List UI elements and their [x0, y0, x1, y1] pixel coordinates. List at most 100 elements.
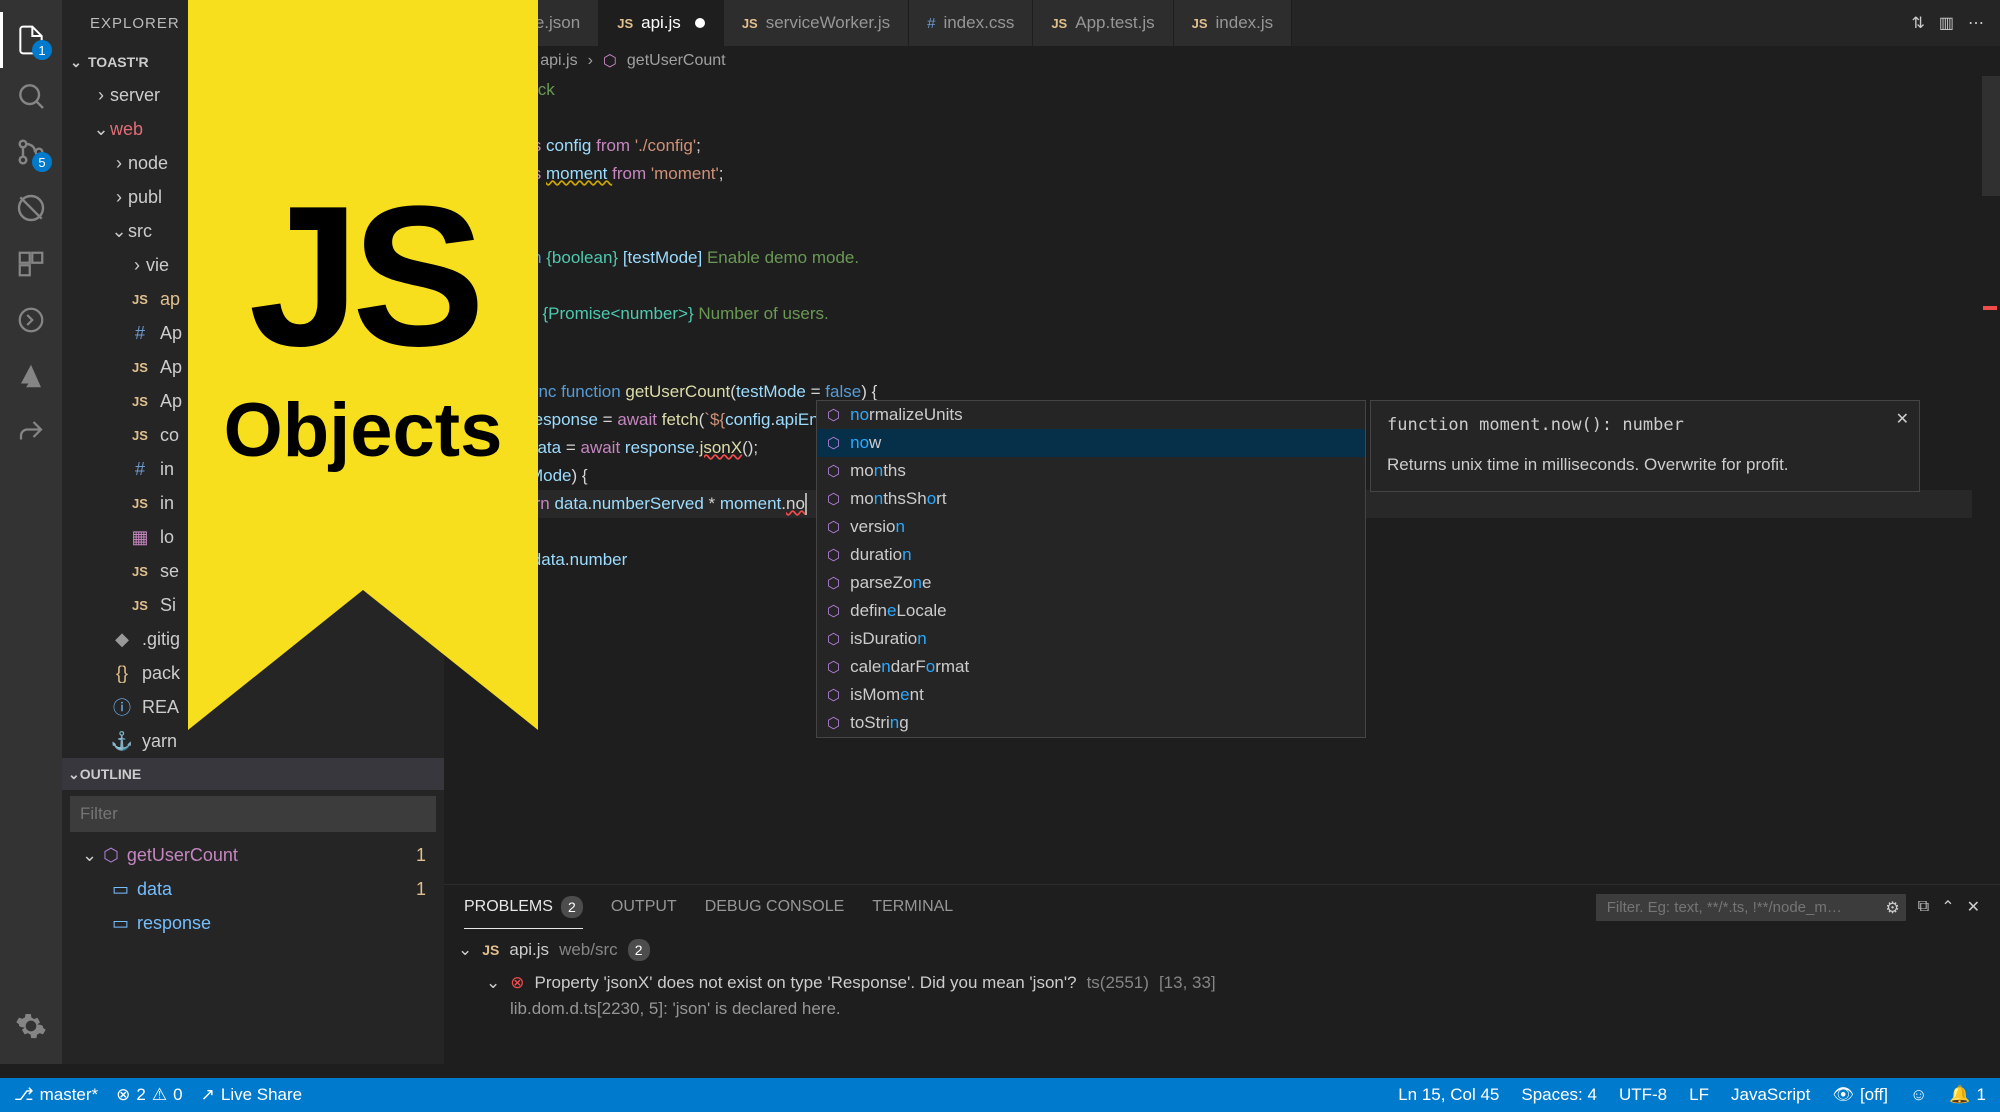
- status-feedback[interactable]: ☺: [1910, 1085, 1927, 1105]
- suggest-item[interactable]: ⬡duration: [817, 541, 1365, 569]
- tree-item[interactable]: ›node: [62, 146, 444, 180]
- scm-icon[interactable]: 5: [0, 124, 62, 180]
- method-icon: ⬡: [827, 490, 840, 508]
- status-eol[interactable]: LF: [1689, 1085, 1709, 1105]
- activity-bar: 1 5: [0, 0, 62, 1064]
- status-indent[interactable]: Spaces: 4: [1521, 1085, 1597, 1105]
- tab-problems[interactable]: PROBLEMS2: [464, 885, 583, 929]
- suggest-item[interactable]: ⬡monthsShort: [817, 485, 1365, 513]
- chevron-down-icon: ⌄: [486, 973, 500, 993]
- sidebar: EXPLORER ⌄ TOAST'R ›server⌄web›node›publ…: [62, 0, 444, 1064]
- suggest-item[interactable]: ⬡defineLocale: [817, 597, 1365, 625]
- tree-item[interactable]: ›vie: [62, 248, 444, 282]
- tab-terminal[interactable]: TERMINAL: [872, 898, 953, 916]
- lightbulb-icon[interactable]: 💡: [456, 494, 476, 514]
- tree-item[interactable]: JSap: [62, 282, 444, 316]
- tree-item[interactable]: {}pack: [62, 656, 444, 690]
- status-errors[interactable]: ⊗2 ⚠0: [116, 1085, 182, 1105]
- explorer-icon[interactable]: 1: [0, 12, 62, 68]
- tree-item[interactable]: #Ap: [62, 316, 444, 350]
- share-icon[interactable]: [0, 404, 62, 460]
- tree-item[interactable]: ⓘREA: [62, 690, 444, 724]
- extensions-icon[interactable]: [0, 236, 62, 292]
- suggest-item[interactable]: ⬡normalizeUnits: [817, 401, 1365, 429]
- settings-icon[interactable]: [0, 998, 62, 1054]
- minimap-slider[interactable]: [1982, 76, 2000, 196]
- tab[interactable]: #index.css: [909, 0, 1033, 46]
- tree-item[interactable]: ⚓yarn: [62, 724, 444, 758]
- tree-item[interactable]: ◆.gitig: [62, 622, 444, 656]
- suggest-item[interactable]: ⬡calendarFormat: [817, 653, 1365, 681]
- suggest-item[interactable]: ⬡now: [817, 429, 1365, 457]
- tab[interactable]: JSindex.js: [1174, 0, 1293, 46]
- tab[interactable]: JSserviceWorker.js: [724, 0, 909, 46]
- problems-file[interactable]: ⌄ JS api.js web/src 2: [458, 933, 1986, 967]
- suggest-item[interactable]: ⬡months: [817, 457, 1365, 485]
- tab[interactable]: {}package.json: [444, 0, 599, 46]
- tab-output[interactable]: OUTPUT: [611, 898, 677, 916]
- tree-item[interactable]: ›server: [62, 78, 444, 112]
- suggest-item[interactable]: ⬡toString: [817, 709, 1365, 737]
- scm-badge: 5: [32, 152, 52, 172]
- problem-item[interactable]: ⌄ ⊗ Property 'jsonX' does not exist on t…: [458, 967, 1986, 999]
- status-cursor-pos[interactable]: Ln 15, Col 45: [1398, 1085, 1499, 1105]
- outline-item[interactable]: ▭data1: [62, 872, 444, 906]
- error-icon: ⊗: [116, 1085, 130, 1105]
- close-icon[interactable]: ✕: [1967, 897, 1980, 917]
- tab-debug-console[interactable]: DEBUG CONSOLE: [705, 898, 845, 916]
- more-icon[interactable]: ⋯: [1968, 13, 1984, 33]
- close-icon[interactable]: ✕: [1896, 409, 1909, 429]
- editor-tabs: {}package.jsonJSapi.jsJSserviceWorker.js…: [444, 0, 2000, 46]
- tree-item[interactable]: JSAp: [62, 350, 444, 384]
- tree-item[interactable]: ›publ: [62, 180, 444, 214]
- status-prettier[interactable]: 👁[off]: [1832, 1085, 1888, 1105]
- chevron-up-icon[interactable]: ⌃: [1941, 897, 1954, 917]
- outline-item[interactable]: ⌄⬡getUserCount1: [62, 838, 444, 872]
- tab[interactable]: JSapi.js: [599, 0, 724, 46]
- breadcrumb[interactable]: src › JS api.js › ⬡ getUserCount: [444, 46, 2000, 76]
- tab[interactable]: JSApp.test.js: [1033, 0, 1173, 46]
- status-liveshare[interactable]: ↗Live Share: [201, 1085, 303, 1105]
- problems-list: ⌄ JS api.js web/src 2 ⌄ ⊗ Property 'json…: [444, 929, 2000, 1023]
- sidebar-section[interactable]: ⌄ TOAST'R: [62, 46, 444, 78]
- chevron-right-icon: ›: [588, 52, 593, 70]
- warning-icon: ⚠: [152, 1085, 167, 1105]
- filter-settings-icon[interactable]: ⚙: [1885, 898, 1899, 918]
- search-icon[interactable]: [0, 68, 62, 124]
- tree-item[interactable]: #in: [62, 452, 444, 486]
- outline-item[interactable]: ▭response: [62, 906, 444, 940]
- codelens[interactable]: 1 reference: [460, 356, 1972, 378]
- tree-item[interactable]: ⌄src: [62, 214, 444, 248]
- git-branch-icon: ⎇: [14, 1085, 34, 1105]
- tree-item[interactable]: ▦lo: [62, 520, 444, 554]
- status-language[interactable]: JavaScript: [1731, 1085, 1810, 1105]
- outline-header[interactable]: ⌄ OUTLINE: [62, 758, 444, 790]
- tree-item[interactable]: JSin: [62, 486, 444, 520]
- chevron-down-icon: ⌄: [458, 940, 472, 960]
- suggest-item[interactable]: ⬡isMoment: [817, 681, 1365, 709]
- collapse-all-icon[interactable]: ⧉: [1918, 898, 1929, 916]
- file-tree: ›server⌄web›node›publ⌄src›vieJSap#ApJSAp…: [62, 78, 444, 758]
- status-notifications[interactable]: 🔔1: [1949, 1085, 1986, 1105]
- minimap[interactable]: [1972, 76, 2000, 884]
- tree-item[interactable]: JSAp: [62, 384, 444, 418]
- tree-item[interactable]: JSse: [62, 554, 444, 588]
- tree-item[interactable]: JSco: [62, 418, 444, 452]
- debug-icon[interactable]: [0, 180, 62, 236]
- suggest-item[interactable]: ⬡version: [817, 513, 1365, 541]
- suggest-item[interactable]: ⬡isDuration: [817, 625, 1365, 653]
- azure-icon[interactable]: [0, 348, 62, 404]
- tree-item[interactable]: JSSi: [62, 588, 444, 622]
- status-branch[interactable]: ⎇master*: [14, 1085, 98, 1105]
- problem-related[interactable]: lib.dom.d.ts[2230, 5]: 'json' is declare…: [458, 999, 1986, 1019]
- suggest-widget[interactable]: ⬡normalizeUnits⬡now⬡months⬡monthsShort⬡v…: [816, 400, 1366, 738]
- outline-filter-input[interactable]: [70, 796, 436, 832]
- tree-item[interactable]: ⌄web: [62, 112, 444, 146]
- remote-icon[interactable]: [0, 292, 62, 348]
- compare-icon[interactable]: ⇅: [1911, 13, 1924, 33]
- problems-filter-input[interactable]: [1596, 894, 1906, 921]
- status-encoding[interactable]: UTF-8: [1619, 1085, 1667, 1105]
- suggest-item[interactable]: ⬡parseZone: [817, 569, 1365, 597]
- method-icon: ⬡: [827, 658, 840, 676]
- split-icon[interactable]: ▥: [1939, 13, 1954, 33]
